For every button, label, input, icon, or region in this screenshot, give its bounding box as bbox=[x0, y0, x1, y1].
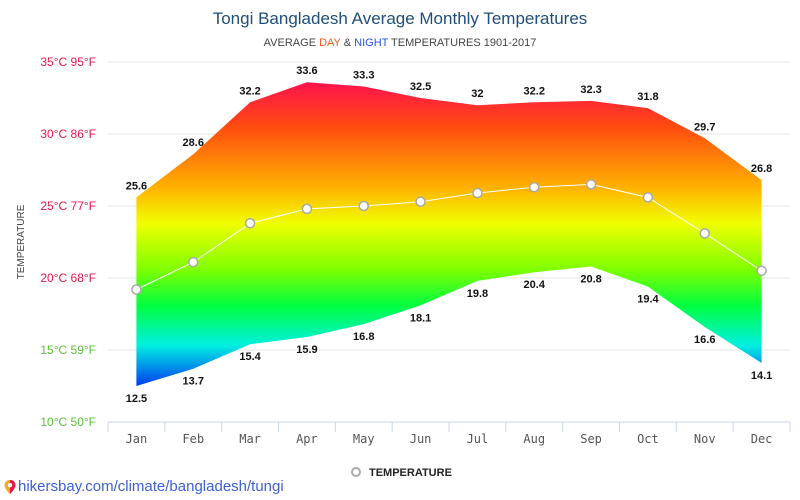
y-tick-label: 35°C 95°F bbox=[40, 55, 96, 69]
source-link[interactable]: hikersbay.com/climate/bangladesh/tungi bbox=[4, 478, 284, 495]
x-axis: Jan Feb Mar Apr May Jun Jul Aug Sep Oct Nov Dec bbox=[107, 421, 791, 446]
x-tick-label: Jul bbox=[467, 432, 489, 446]
day-value-label: 32.5 bbox=[410, 81, 431, 93]
subtitle-day: DAY bbox=[319, 37, 341, 49]
day-value-label: 32.2 bbox=[524, 85, 545, 97]
day-value-label: 32 bbox=[471, 88, 483, 100]
day-value-label: 33.6 bbox=[296, 65, 317, 77]
night-value-label: 12.5 bbox=[126, 393, 147, 405]
night-value-label: 19.8 bbox=[467, 288, 488, 300]
chart-subtitle: AVERAGE DAY & NIGHT TEMPERATURES 1901-20… bbox=[264, 37, 537, 49]
average-point[interactable] bbox=[358, 200, 369, 212]
night-value-label: 16.8 bbox=[353, 331, 374, 343]
average-point[interactable] bbox=[642, 192, 654, 203]
y-tick-label: 10°C 50°F bbox=[40, 415, 96, 429]
average-point[interactable] bbox=[699, 228, 710, 239]
night-value-label: 13.7 bbox=[183, 376, 204, 388]
subtitle-mid: & bbox=[341, 37, 354, 49]
x-tick-label: May bbox=[353, 432, 375, 446]
night-value-label: 16.6 bbox=[694, 334, 715, 346]
x-tick-label: Sep bbox=[580, 432, 602, 446]
legend-label[interactable]: TEMPERATURE bbox=[369, 467, 452, 479]
x-tick-label: Nov bbox=[694, 432, 716, 446]
source-url[interactable]: hikersbay.com/climate/bangladesh/tungi bbox=[18, 478, 284, 495]
subtitle-prefix: AVERAGE bbox=[264, 37, 319, 49]
temperature-chart: Tongi Bangladesh Average Monthly Tempera… bbox=[16, 9, 791, 479]
night-value-label: 15.4 bbox=[239, 351, 261, 363]
night-value-label: 14.1 bbox=[751, 370, 772, 382]
day-value-label: 32.3 bbox=[580, 84, 601, 96]
legend-marker-icon bbox=[351, 467, 361, 477]
day-value-label: 28.6 bbox=[183, 137, 204, 149]
average-point[interactable] bbox=[756, 265, 767, 277]
y-tick-label: 15°C 59°F bbox=[40, 343, 96, 357]
night-value-label: 15.9 bbox=[296, 344, 317, 356]
night-value-label: 20.8 bbox=[580, 273, 601, 285]
day-value-label: 29.7 bbox=[694, 121, 715, 133]
x-tick-label: Jun bbox=[410, 432, 432, 446]
x-tick-label: Mar bbox=[239, 432, 261, 446]
day-value-label: 26.8 bbox=[751, 163, 772, 175]
y-axis-ticks: 35°C 95°F 30°C 86°F 25°C 77°F 20°C 68°F 15°C… bbox=[40, 55, 96, 429]
average-point[interactable] bbox=[188, 256, 199, 268]
map-pin-icon bbox=[4, 479, 16, 494]
day-night-range-area bbox=[136, 82, 762, 386]
x-tick-label: Oct bbox=[637, 432, 659, 446]
day-value-label: 25.6 bbox=[126, 180, 147, 192]
night-value-label: 20.4 bbox=[524, 279, 546, 291]
chart-title: Tongi Bangladesh Average Monthly Tempera… bbox=[213, 9, 588, 28]
y-tick-label: 25°C 77°F bbox=[40, 199, 96, 213]
day-value-label: 32.2 bbox=[239, 85, 260, 97]
subtitle-suffix: TEMPERATURES 1901-2017 bbox=[388, 37, 536, 49]
average-point[interactable] bbox=[244, 218, 256, 229]
x-tick-label: Jan bbox=[126, 432, 148, 446]
average-point[interactable] bbox=[301, 203, 313, 215]
x-tick-label: Dec bbox=[751, 432, 773, 446]
day-value-label: 33.3 bbox=[353, 69, 374, 81]
average-point[interactable] bbox=[131, 284, 142, 295]
x-tick-label: Apr bbox=[296, 432, 318, 446]
day-value-label: 31.8 bbox=[637, 91, 658, 103]
night-value-label: 19.4 bbox=[637, 294, 659, 306]
y-tick-label: 20°C 68°F bbox=[40, 271, 96, 285]
x-tick-label: Feb bbox=[182, 432, 204, 446]
average-point[interactable] bbox=[415, 196, 426, 207]
night-value-label: 18.1 bbox=[410, 312, 431, 324]
y-tick-label: 30°C 86°F bbox=[40, 127, 96, 141]
average-point[interactable] bbox=[585, 179, 597, 190]
temperature-range-area bbox=[136, 82, 762, 386]
average-point[interactable] bbox=[529, 182, 540, 193]
y-axis-label: TEMPERATURE bbox=[16, 204, 27, 279]
legend[interactable]: TEMPERATURE bbox=[351, 467, 452, 479]
average-point[interactable] bbox=[472, 187, 483, 199]
subtitle-night: NIGHT bbox=[354, 37, 389, 49]
x-tick-label: Aug bbox=[523, 432, 545, 446]
